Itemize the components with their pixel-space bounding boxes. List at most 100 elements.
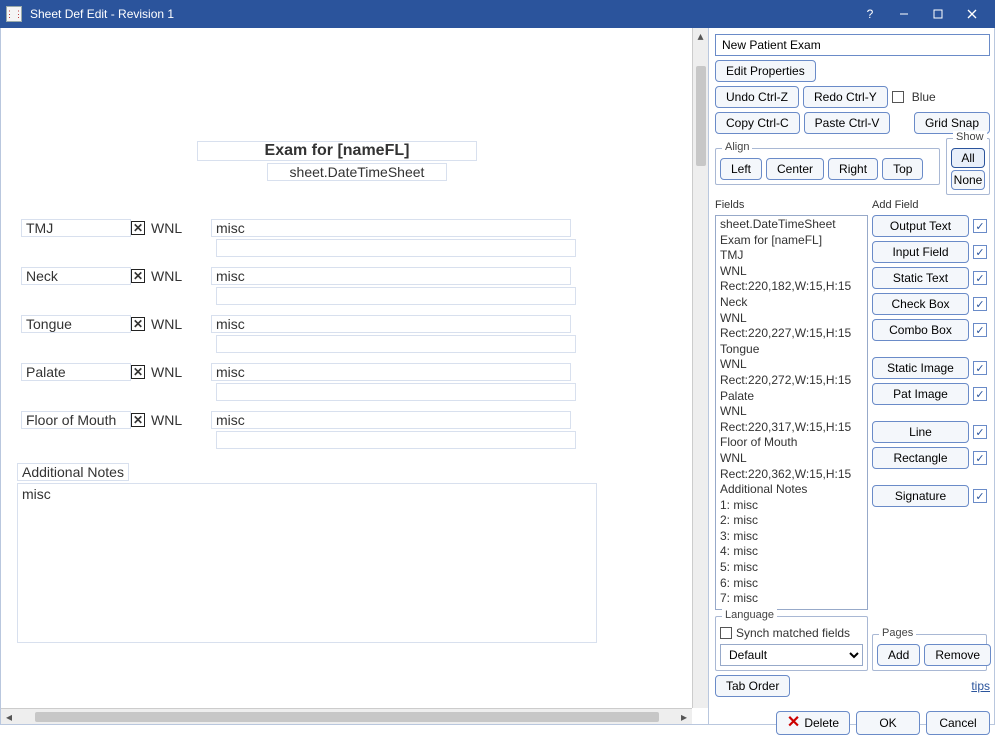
combo-box-show-checkbox[interactable]: ✓ — [973, 323, 987, 337]
misc-field-ext[interactable] — [216, 431, 576, 449]
fields-list-item[interactable]: WNL — [720, 357, 863, 373]
page-remove-button[interactable]: Remove — [924, 644, 991, 666]
wnl-checkbox[interactable]: ✕ — [131, 365, 145, 379]
copy-button[interactable]: Copy Ctrl-C — [715, 112, 800, 134]
ok-button[interactable]: OK — [856, 711, 920, 735]
rectangle-show-checkbox[interactable]: ✓ — [973, 451, 987, 465]
fields-list-item[interactable]: 1: misc — [720, 498, 863, 514]
minimize-icon[interactable] — [887, 0, 921, 28]
redo-button[interactable]: Redo Ctrl-Y — [803, 86, 888, 108]
add-combo-box-button[interactable]: Combo Box — [872, 319, 969, 341]
align-left-button[interactable]: Left — [720, 158, 762, 180]
maximize-icon[interactable] — [921, 0, 955, 28]
fields-list-item[interactable]: WNL — [720, 404, 863, 420]
check-box-show-checkbox[interactable]: ✓ — [973, 297, 987, 311]
additional-notes-label[interactable]: Additional Notes — [17, 463, 129, 481]
exam-row-label[interactable]: Floor of Mouth — [21, 411, 131, 429]
page-add-button[interactable]: Add — [877, 644, 920, 666]
fields-list-item[interactable]: Rect:220,182,W:15,H:15 — [720, 279, 863, 295]
output-text-show-checkbox[interactable]: ✓ — [973, 219, 987, 233]
tips-link[interactable]: tips — [971, 679, 990, 693]
misc-field[interactable]: misc — [211, 363, 571, 381]
blue-checkbox[interactable] — [892, 91, 904, 103]
add-pat-image-button[interactable]: Pat Image — [872, 383, 969, 405]
delete-button[interactable]: ✕Delete — [776, 711, 850, 735]
fields-list[interactable]: sheet.DateTimeSheetExam for [nameFL]TMJW… — [715, 215, 868, 610]
datetime-field[interactable]: sheet.DateTimeSheet — [267, 163, 447, 181]
align-center-button[interactable]: Center — [766, 158, 824, 180]
fields-list-item[interactable]: sheet.DateTimeSheet — [720, 217, 863, 233]
fields-list-item[interactable]: TMJ — [720, 248, 863, 264]
exam-row-label[interactable]: TMJ — [21, 219, 131, 237]
edit-properties-button[interactable]: Edit Properties — [715, 60, 816, 82]
fields-list-item[interactable]: Rect:220,362,W:15,H:15 — [720, 467, 863, 483]
exam-title-field[interactable]: Exam for [nameFL] — [197, 141, 477, 161]
misc-field[interactable]: misc — [211, 315, 571, 333]
show-none-button[interactable]: None — [951, 170, 985, 190]
cancel-button[interactable]: Cancel — [926, 711, 990, 735]
close-icon[interactable] — [955, 0, 989, 28]
misc-field-ext[interactable] — [216, 335, 576, 353]
fields-list-item[interactable]: 2: misc — [720, 513, 863, 529]
wnl-checkbox[interactable]: ✕ — [131, 269, 145, 283]
exam-row-label[interactable]: Tongue — [21, 315, 131, 333]
design-canvas[interactable]: Exam for [nameFL] sheet.DateTimeSheet TM… — [1, 28, 692, 708]
wnl-checkbox[interactable]: ✕ — [131, 221, 145, 235]
show-all-button[interactable]: All — [951, 148, 985, 168]
scroll-up-icon[interactable]: ▴ — [693, 28, 709, 44]
exam-row-label[interactable]: Palate — [21, 363, 131, 381]
fields-list-item[interactable]: WNL — [720, 311, 863, 327]
additional-notes-body[interactable]: misc — [17, 483, 597, 643]
misc-field[interactable]: misc — [211, 267, 571, 285]
add-static-image-button[interactable]: Static Image — [872, 357, 969, 379]
exam-row-label[interactable]: Neck — [21, 267, 131, 285]
sheet-name-input[interactable] — [715, 34, 990, 56]
input-field-show-checkbox[interactable]: ✓ — [973, 245, 987, 259]
misc-field-ext[interactable] — [216, 287, 576, 305]
scroll-thumb-v[interactable] — [696, 66, 706, 166]
fields-list-item[interactable]: Palate — [720, 389, 863, 405]
add-check-box-button[interactable]: Check Box — [872, 293, 969, 315]
misc-field-ext[interactable] — [216, 239, 576, 257]
fields-list-item[interactable]: 3: misc — [720, 529, 863, 545]
signature-show-checkbox[interactable]: ✓ — [973, 489, 987, 503]
scroll-right-icon[interactable]: ▸ — [676, 709, 692, 725]
help-icon[interactable]: ? — [853, 0, 887, 28]
wnl-checkbox[interactable]: ✕ — [131, 317, 145, 331]
fields-list-item[interactable]: 5: misc — [720, 560, 863, 576]
horizontal-scrollbar[interactable]: ◂ ▸ — [1, 708, 692, 724]
add-input-field-button[interactable]: Input Field — [872, 241, 969, 263]
wnl-checkbox[interactable]: ✕ — [131, 413, 145, 427]
vertical-scrollbar[interactable]: ▴ — [692, 28, 708, 708]
fields-list-item[interactable]: Rect:220,227,W:15,H:15 — [720, 326, 863, 342]
fields-list-item[interactable]: 6: misc — [720, 576, 863, 592]
fields-list-item[interactable]: Rect:220,272,W:15,H:15 — [720, 373, 863, 389]
fields-list-item[interactable]: 4: misc — [720, 544, 863, 560]
fields-list-item[interactable]: WNL — [720, 264, 863, 280]
fields-list-item[interactable]: Tongue — [720, 342, 863, 358]
undo-button[interactable]: Undo Ctrl-Z — [715, 86, 799, 108]
fields-list-item[interactable]: Floor of Mouth — [720, 435, 863, 451]
fields-list-item[interactable]: 7: misc — [720, 591, 863, 607]
fields-list-item[interactable]: WNL — [720, 451, 863, 467]
fields-list-item[interactable]: Neck — [720, 295, 863, 311]
language-select[interactable]: Default — [720, 644, 863, 666]
tab-order-button[interactable]: Tab Order — [715, 675, 790, 697]
synch-checkbox[interactable] — [720, 627, 732, 639]
pat-image-show-checkbox[interactable]: ✓ — [973, 387, 987, 401]
static-image-show-checkbox[interactable]: ✓ — [973, 361, 987, 375]
line-show-checkbox[interactable]: ✓ — [973, 425, 987, 439]
misc-field-ext[interactable] — [216, 383, 576, 401]
align-right-button[interactable]: Right — [828, 158, 878, 180]
fields-list-item[interactable]: Exam for [nameFL] — [720, 233, 863, 249]
align-top-button[interactable]: Top — [882, 158, 923, 180]
fields-list-item[interactable]: Rect:220,317,W:15,H:15 — [720, 420, 863, 436]
fields-list-item[interactable]: Additional Notes — [720, 482, 863, 498]
static-text-show-checkbox[interactable]: ✓ — [973, 271, 987, 285]
scroll-thumb-h[interactable] — [35, 712, 659, 722]
paste-button[interactable]: Paste Ctrl-V — [804, 112, 891, 134]
misc-field[interactable]: misc — [211, 411, 571, 429]
add-signature-button[interactable]: Signature — [872, 485, 969, 507]
scroll-left-icon[interactable]: ◂ — [1, 709, 17, 725]
add-output-text-button[interactable]: Output Text — [872, 215, 969, 237]
